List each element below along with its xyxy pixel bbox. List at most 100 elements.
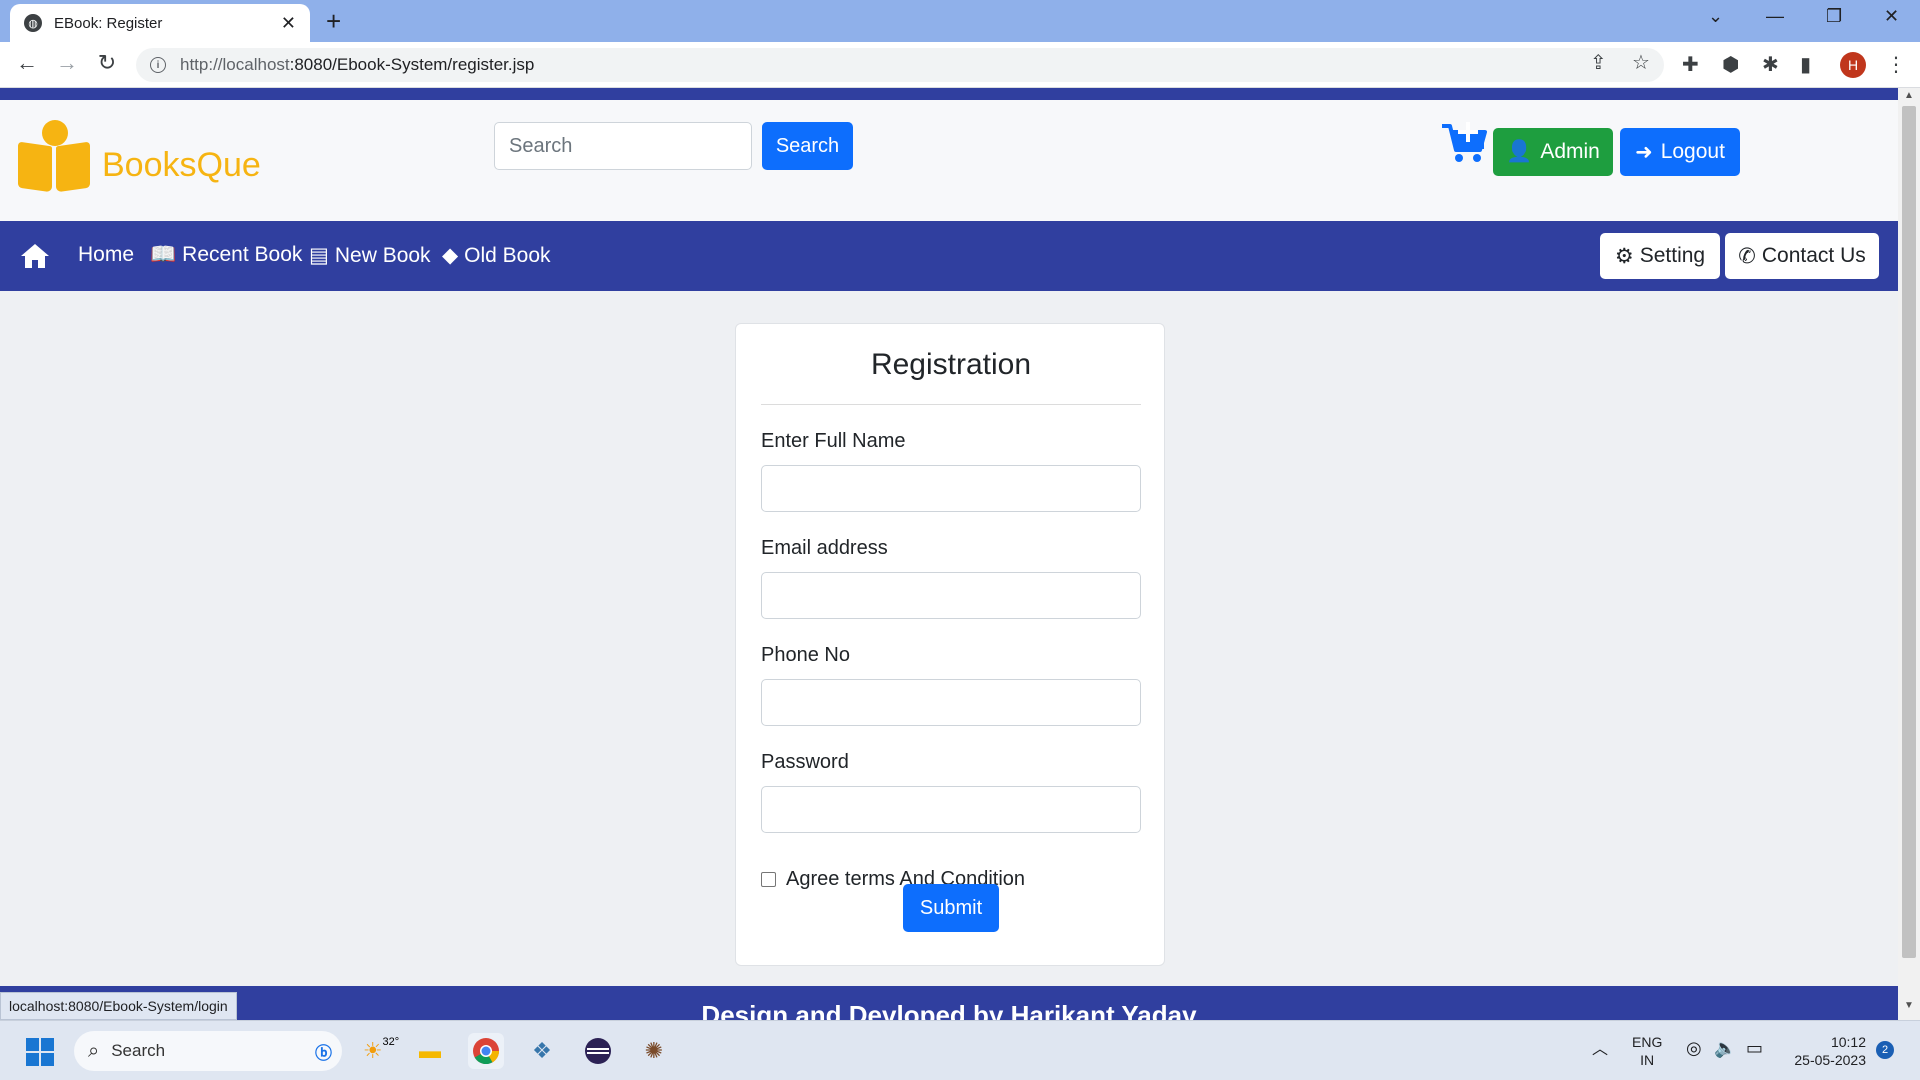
contact-us-button[interactable]: ✆ Contact Us — [1725, 233, 1879, 279]
email-input[interactable] — [761, 572, 1141, 619]
python-icon[interactable]: ❖ — [524, 1033, 560, 1069]
browser-toolbar: ← → ↻ i http://localhost:8080/Ebook-Syst… — [0, 42, 1920, 88]
home-icon[interactable] — [20, 243, 50, 269]
nav-home-label: Home — [78, 243, 135, 266]
user-plus-icon: 👤 — [1506, 140, 1533, 163]
search-button[interactable]: Search — [762, 122, 853, 170]
agree-checkbox[interactable] — [761, 872, 776, 887]
language-code: ENG — [1632, 1034, 1663, 1050]
book-reader-logo-icon — [18, 120, 92, 193]
file-explorer-icon[interactable]: ▬ — [412, 1033, 448, 1069]
book-icon: ▤ — [309, 244, 329, 267]
registration-card: Registration Enter Full Name Email addre… — [735, 323, 1165, 966]
search-input[interactable] — [494, 122, 752, 170]
browser-tab[interactable]: ◍ EBook: Register ✕ — [10, 4, 310, 42]
page-viewport: BooksQue Search 👤 Admin ➜ Logout Home — [0, 88, 1898, 1020]
close-tab-icon[interactable]: ✕ — [281, 13, 296, 34]
top-color-strip — [0, 88, 1898, 100]
weather-widget[interactable]: ☀ 32° — [358, 1033, 404, 1069]
nav-new-book-label: New Book — [334, 243, 431, 267]
logout-label: Logout — [1660, 140, 1725, 163]
taskbar-search[interactable]: ⌕ Search ⓑ — [74, 1031, 342, 1071]
nav-recent-book[interactable]: 📖 Recent Book — [150, 243, 302, 267]
site-footer: Design and Devloped by Harikant Yadav — [0, 986, 1898, 1020]
address-bar[interactable]: i http://localhost:8080/Ebook-System/reg… — [136, 48, 1664, 82]
scroll-down-arrow-icon[interactable]: ▼ — [1904, 1000, 1914, 1011]
address-url: http://localhost:8080/Ebook-System/regis… — [180, 55, 534, 75]
tomcat-icon[interactable]: ✺ — [636, 1033, 672, 1069]
windows-start-icon[interactable] — [26, 1038, 54, 1066]
tab-search-chevron-icon[interactable]: ⌄ — [1708, 6, 1723, 27]
admin-button[interactable]: 👤 Admin — [1493, 128, 1613, 176]
book-reader-icon: ◆ — [442, 244, 459, 267]
page-scrollbar[interactable]: ▲ ▼ — [1898, 88, 1920, 1020]
taskbar-search-label: Search — [111, 1041, 166, 1060]
gear-icon: ⚙ — [1614, 244, 1634, 268]
windows-taskbar: ⌕ Search ⓑ ☀ 32° ▬ ❖ ✺ ︿ ENG IN ◎ 🔈 ▭ 10… — [0, 1020, 1920, 1080]
full-name-input[interactable] — [761, 465, 1141, 512]
browser-tab-strip: ◍ EBook: Register ✕ + ⌄ — ❐ ✕ — [0, 0, 1920, 42]
battery-icon[interactable]: ▭ — [1746, 1039, 1763, 1057]
setting-button[interactable]: ⚙ Setting — [1600, 233, 1720, 279]
full-name-label: Enter Full Name — [761, 430, 906, 452]
contact-us-label: Contact Us — [1761, 244, 1866, 267]
nav-recent-book-label: Recent Book — [182, 243, 303, 266]
cart-plus-icon[interactable] — [1440, 120, 1488, 164]
profile-avatar[interactable]: H — [1840, 52, 1866, 78]
weather-temp: 32° — [382, 1036, 400, 1048]
minimize-icon[interactable]: — — [1766, 6, 1784, 27]
footer-text: Design and Devloped by Harikant Yadav — [701, 1000, 1197, 1020]
browser-menu-icon[interactable]: ⋮ — [1886, 52, 1906, 77]
email-label: Email address — [761, 537, 888, 559]
globe-icon: ◍ — [24, 14, 42, 32]
forward-icon[interactable]: → — [52, 50, 82, 76]
brand-logo[interactable]: BooksQue — [18, 120, 261, 193]
phone-input[interactable] — [761, 679, 1141, 726]
bookmark-star-icon[interactable]: ☆ — [1632, 50, 1650, 75]
chrome-icon[interactable] — [468, 1033, 504, 1069]
eclipse-icon[interactable] — [580, 1033, 616, 1069]
network-globe-icon[interactable]: ◎ — [1686, 1039, 1702, 1057]
reload-icon[interactable]: ↻ — [92, 50, 122, 76]
restore-icon[interactable]: ❐ — [1826, 6, 1842, 27]
extensions-puzzle-icon[interactable]: ✱ — [1762, 52, 1779, 77]
password-label: Password — [761, 751, 849, 773]
brand-name: BooksQue — [102, 145, 261, 184]
language-indicator[interactable]: ENG IN — [1632, 1033, 1662, 1069]
bing-icon: ⓑ — [315, 1043, 332, 1063]
show-hidden-icons-chevron[interactable]: ︿ — [1592, 1041, 1608, 1059]
nav-home[interactable]: Home — [78, 243, 134, 267]
volume-icon[interactable]: 🔈 — [1714, 1039, 1736, 1057]
sign-in-icon: ➜ — [1635, 140, 1653, 164]
site-header: BooksQue Search 👤 Admin ➜ Logout — [0, 100, 1898, 221]
registration-title: Registration — [870, 348, 1032, 381]
clock-time: 10:12 — [1830, 1034, 1866, 1050]
open-book-icon: 📖 — [150, 243, 177, 266]
new-tab-icon[interactable]: + — [326, 6, 341, 37]
logout-button[interactable]: ➜ Logout — [1620, 128, 1740, 176]
submit-button[interactable]: Submit — [903, 884, 999, 932]
notification-badge[interactable]: 2 — [1876, 1041, 1894, 1059]
tab-title: EBook: Register — [54, 14, 163, 32]
side-panel-icon[interactable]: ▮ — [1800, 52, 1811, 77]
extension-gear-icon[interactable]: ⬢ — [1722, 52, 1739, 77]
setting-label: Setting — [1639, 244, 1706, 267]
extension-icon[interactable]: ✚ — [1682, 52, 1699, 77]
link-status-bubble: localhost:8080/Ebook-System/login — [0, 992, 237, 1020]
nav-new-book[interactable]: ▤ New Book — [309, 243, 431, 268]
scroll-up-arrow-icon[interactable]: ▲ — [1904, 90, 1914, 101]
url-host: http://localhost — [180, 55, 290, 74]
weather-sun-icon: ☀ — [362, 1038, 383, 1063]
share-icon[interactable]: ⇪ — [1590, 50, 1607, 75]
phone-label: Phone No — [761, 644, 850, 666]
url-path: :8080/Ebook-System/register.jsp — [289, 55, 535, 74]
back-icon[interactable]: ← — [12, 50, 42, 76]
window-close-icon[interactable]: ✕ — [1884, 6, 1899, 27]
admin-label: Admin — [1540, 140, 1600, 163]
nav-old-book[interactable]: ◆ Old Book — [442, 243, 551, 268]
title-divider — [761, 404, 1141, 405]
password-input[interactable] — [761, 786, 1141, 833]
scrollbar-thumb[interactable] — [1902, 106, 1916, 958]
clock[interactable]: 10:12 25-05-2023 — [1786, 1033, 1866, 1069]
site-info-icon[interactable]: i — [150, 57, 166, 73]
